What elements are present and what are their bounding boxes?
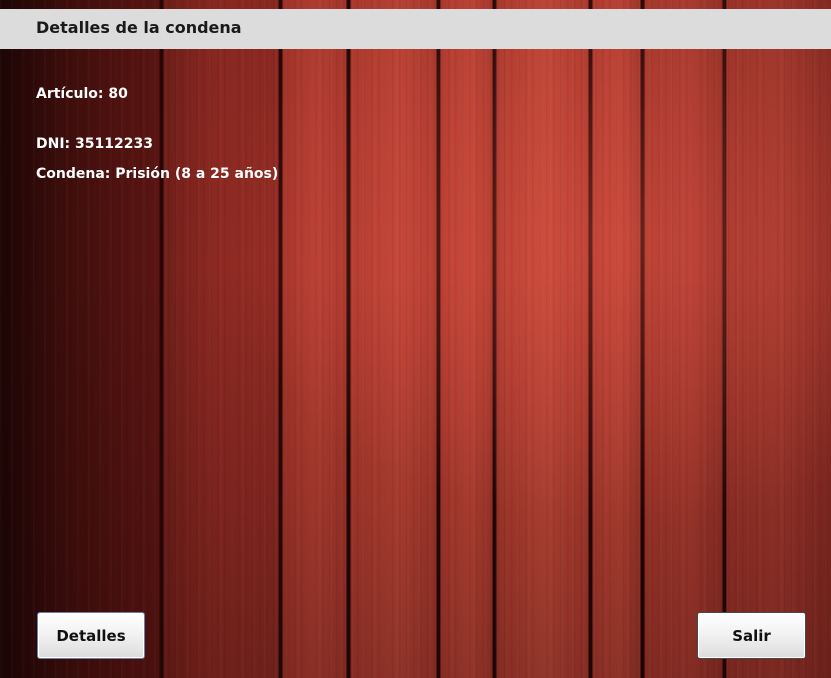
articulo-label: Artículo: 80 xyxy=(36,86,128,102)
detalles-button[interactable]: Detalles xyxy=(37,612,145,659)
title-bar: Detalles de la condena xyxy=(0,9,831,49)
condena-label: Condena: Prisión (8 a 25 años) xyxy=(36,166,279,182)
salir-button[interactable]: Salir xyxy=(697,612,806,659)
dni-label: DNI: 35112233 xyxy=(36,136,153,152)
page-title: Detalles de la condena xyxy=(36,18,242,37)
